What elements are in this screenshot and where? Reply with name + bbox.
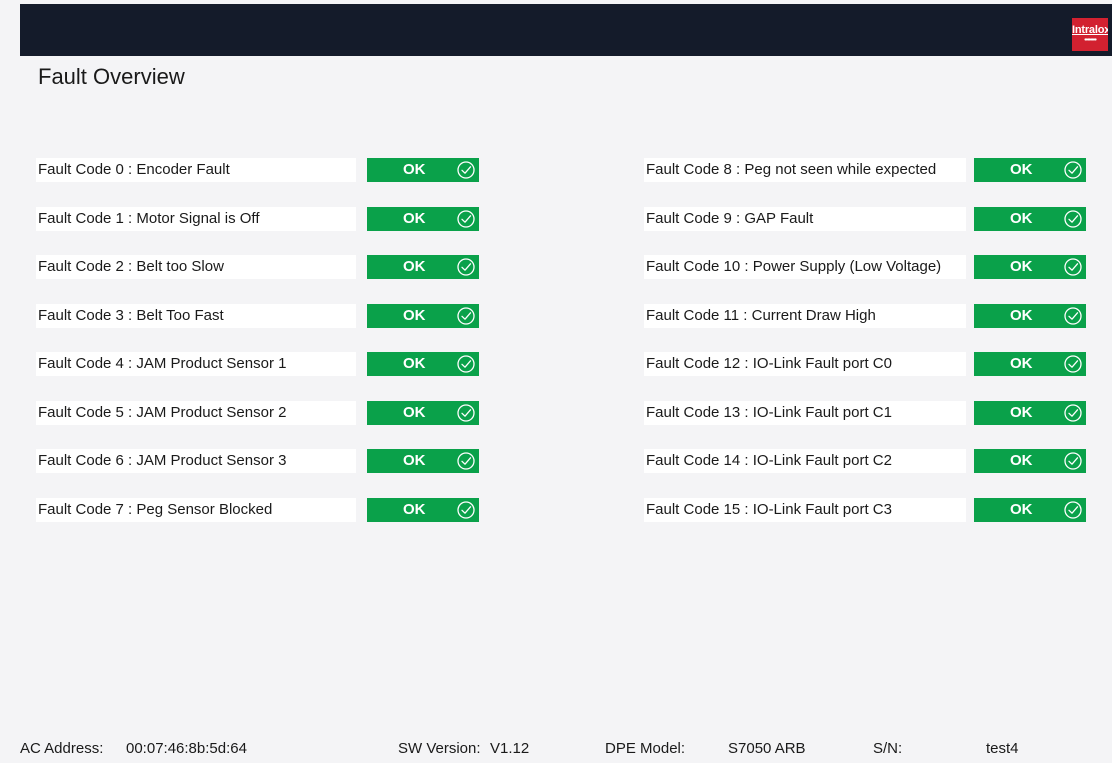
- mac-address-label: AC Address:: [20, 740, 104, 757]
- status-text: OK: [1010, 161, 1033, 178]
- fault-status-indicator: OK: [974, 158, 1086, 182]
- sw-version-label: SW Version:: [398, 740, 481, 757]
- fault-status-indicator: OK: [974, 352, 1086, 376]
- status-text: OK: [403, 307, 426, 324]
- serial-number-value: test4: [986, 740, 1019, 757]
- fault-status-indicator: OK: [974, 207, 1086, 231]
- mac-address-value: 00:07:46:8b:5d:64: [126, 740, 247, 757]
- status-text: OK: [403, 501, 426, 518]
- dpe-model-value: S7050 ARB: [728, 740, 806, 757]
- check-circle-icon: [1064, 161, 1082, 179]
- fault-overview-page: Intralox •••••••• Fault Overview Fault C…: [0, 0, 1112, 763]
- fault-row: Fault Code 3 : Belt Too Fast OK: [36, 304, 479, 328]
- status-text: OK: [403, 452, 426, 469]
- fault-row: Fault Code 7 : Peg Sensor Blocked OK: [36, 498, 479, 522]
- status-text: OK: [1010, 404, 1033, 421]
- fault-row: Fault Code 10 : Power Supply (Low Voltag…: [644, 255, 1086, 279]
- fault-status-indicator: OK: [974, 401, 1086, 425]
- fault-row: Fault Code 11 : Current Draw High OK: [644, 304, 1086, 328]
- logo-text: Intralox: [1072, 24, 1108, 36]
- fault-label: Fault Code 1 : Motor Signal is Off: [36, 207, 356, 231]
- fault-label: Fault Code 13 : IO-Link Fault port C1: [644, 401, 966, 425]
- fault-status-indicator: OK: [367, 158, 479, 182]
- fault-label: Fault Code 5 : JAM Product Sensor 2: [36, 401, 356, 425]
- fault-status-indicator: OK: [974, 498, 1086, 522]
- check-circle-icon: [457, 258, 475, 276]
- fault-label: Fault Code 12 : IO-Link Fault port C0: [644, 352, 966, 376]
- fault-label: Fault Code 3 : Belt Too Fast: [36, 304, 356, 328]
- check-circle-icon: [457, 501, 475, 519]
- fault-row: Fault Code 1 : Motor Signal is Off OK: [36, 207, 479, 231]
- intralox-logo: Intralox ••••••••: [1072, 18, 1108, 51]
- check-circle-icon: [457, 452, 475, 470]
- status-text: OK: [403, 355, 426, 372]
- status-text: OK: [1010, 501, 1033, 518]
- check-circle-icon: [1064, 404, 1082, 422]
- dpe-model-label: DPE Model:: [605, 740, 686, 757]
- status-text: OK: [403, 161, 426, 178]
- check-circle-icon: [1064, 452, 1082, 470]
- sw-version-value: V1.12: [490, 740, 530, 757]
- fault-status-indicator: OK: [367, 401, 479, 425]
- fault-row: Fault Code 13 : IO-Link Fault port C1 OK: [644, 401, 1086, 425]
- logo-chain-graphic: ••••••••: [1084, 37, 1097, 44]
- fault-row: Fault Code 6 : JAM Product Sensor 3 OK: [36, 449, 479, 473]
- fault-row: Fault Code 12 : IO-Link Fault port C0 OK: [644, 352, 1086, 376]
- fault-row: Fault Code 9 : GAP Fault OK: [644, 207, 1086, 231]
- fault-status-indicator: OK: [367, 498, 479, 522]
- fault-status-indicator: OK: [974, 449, 1086, 473]
- check-circle-icon: [457, 307, 475, 325]
- check-circle-icon: [1064, 501, 1082, 519]
- fault-label: Fault Code 0 : Encoder Fault: [36, 158, 356, 182]
- check-circle-icon: [457, 355, 475, 373]
- fault-status-indicator: OK: [367, 255, 479, 279]
- fault-row: Fault Code 2 : Belt too Slow OK: [36, 255, 479, 279]
- status-text: OK: [403, 258, 426, 275]
- fault-label: Fault Code 14 : IO-Link Fault port C2: [644, 449, 966, 473]
- fault-label: Fault Code 9 : GAP Fault: [644, 207, 966, 231]
- fault-label: Fault Code 15 : IO-Link Fault port C3: [644, 498, 966, 522]
- fault-row: Fault Code 4 : JAM Product Sensor 1 OK: [36, 352, 479, 376]
- check-circle-icon: [1064, 355, 1082, 373]
- fault-label: Fault Code 4 : JAM Product Sensor 1: [36, 352, 356, 376]
- fault-row: Fault Code 5 : JAM Product Sensor 2 OK: [36, 401, 479, 425]
- fault-label: Fault Code 11 : Current Draw High: [644, 304, 966, 328]
- status-text: OK: [1010, 355, 1033, 372]
- fault-status-indicator: OK: [367, 352, 479, 376]
- check-circle-icon: [457, 161, 475, 179]
- fault-label: Fault Code 6 : JAM Product Sensor 3: [36, 449, 356, 473]
- status-text: OK: [1010, 307, 1033, 324]
- top-bar: [20, 4, 1112, 56]
- fault-label: Fault Code 10 : Power Supply (Low Voltag…: [644, 255, 966, 279]
- fault-row: Fault Code 15 : IO-Link Fault port C3 OK: [644, 498, 1086, 522]
- check-circle-icon: [1064, 210, 1082, 228]
- check-circle-icon: [1064, 258, 1082, 276]
- fault-row: Fault Code 14 : IO-Link Fault port C2 OK: [644, 449, 1086, 473]
- status-text: OK: [403, 210, 426, 227]
- status-text: OK: [1010, 452, 1033, 469]
- check-circle-icon: [1064, 307, 1082, 325]
- check-circle-icon: [457, 404, 475, 422]
- fault-label: Fault Code 8 : Peg not seen while expect…: [644, 158, 966, 182]
- check-circle-icon: [457, 210, 475, 228]
- fault-status-indicator: OK: [974, 255, 1086, 279]
- fault-status-indicator: OK: [367, 207, 479, 231]
- fault-row: Fault Code 0 : Encoder Fault OK: [36, 158, 479, 182]
- fault-status-indicator: OK: [367, 304, 479, 328]
- fault-status-indicator: OK: [974, 304, 1086, 328]
- serial-number-label: S/N:: [873, 740, 903, 757]
- fault-label: Fault Code 7 : Peg Sensor Blocked: [36, 498, 356, 522]
- fault-status-indicator: OK: [367, 449, 479, 473]
- page-title: Fault Overview: [38, 64, 185, 89]
- status-text: OK: [1010, 210, 1033, 227]
- fault-row: Fault Code 8 : Peg not seen while expect…: [644, 158, 1086, 182]
- fault-label: Fault Code 2 : Belt too Slow: [36, 255, 356, 279]
- status-text: OK: [1010, 258, 1033, 275]
- status-text: OK: [403, 404, 426, 421]
